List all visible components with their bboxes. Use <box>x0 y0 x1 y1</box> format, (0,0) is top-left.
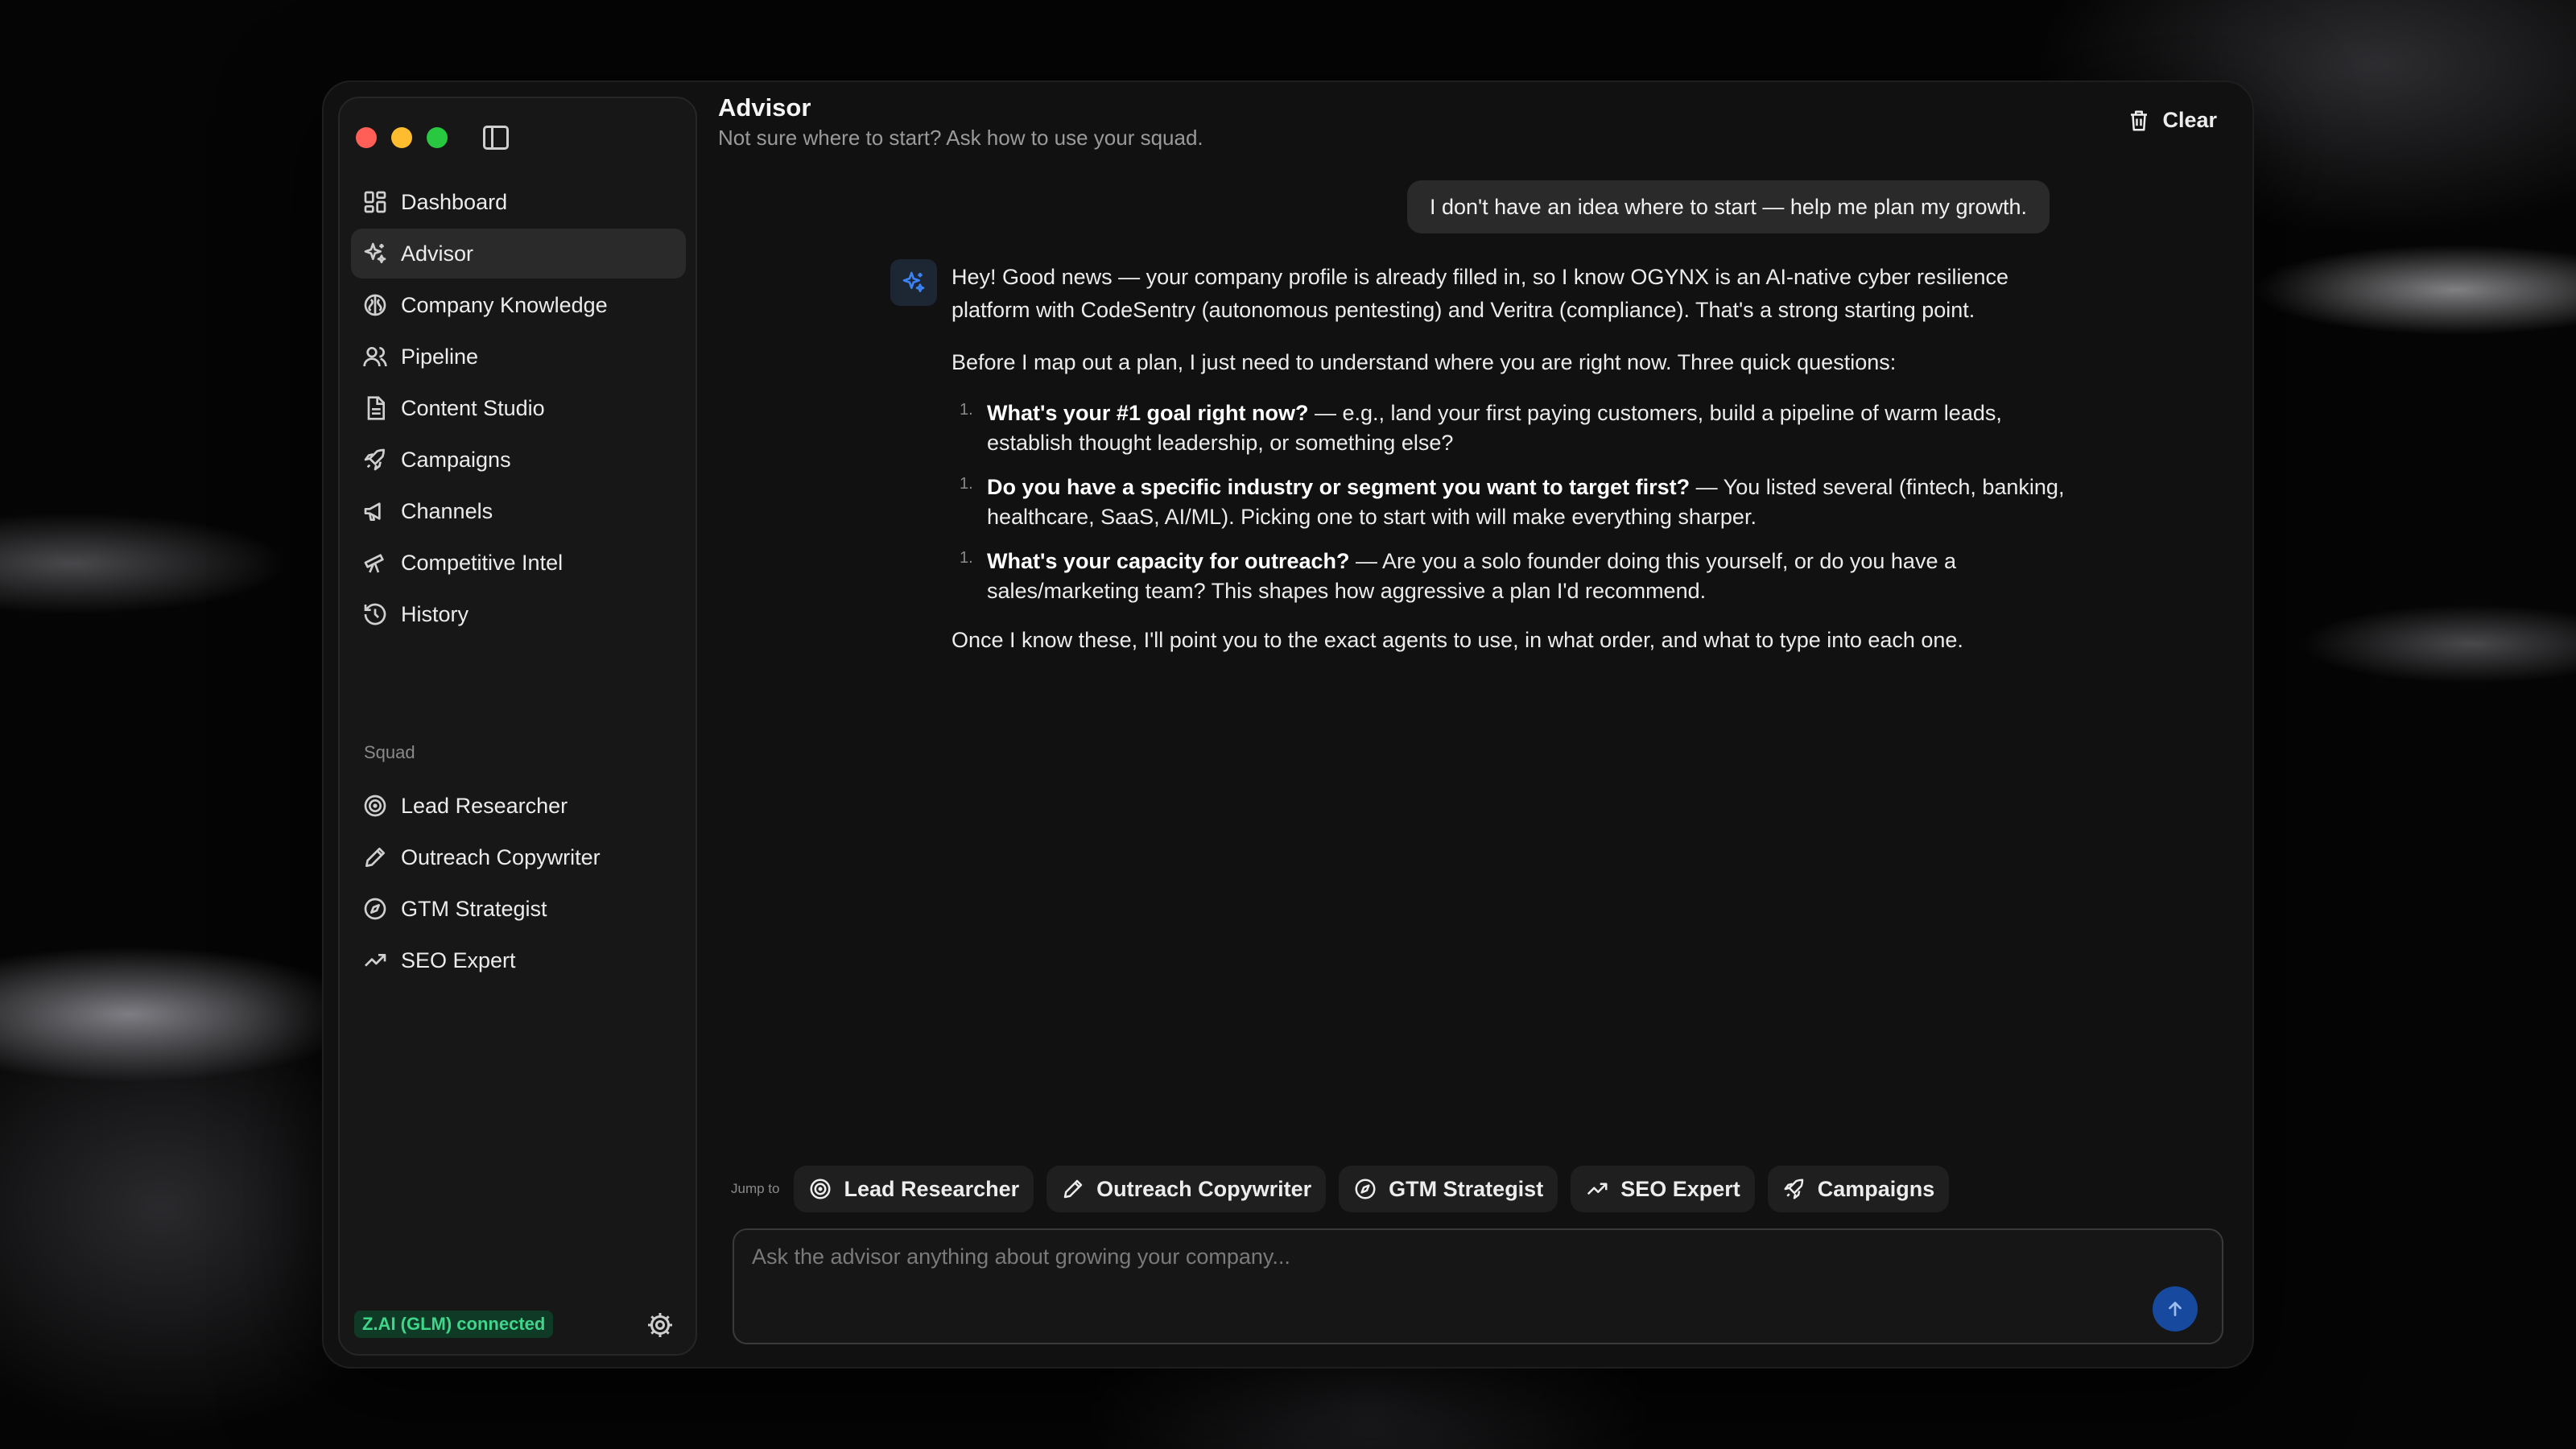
compass-icon <box>1355 1179 1376 1199</box>
message-composer <box>733 1228 2223 1344</box>
sidebar: Dashboard Advisor Company Knowledge Pipe… <box>338 97 697 1356</box>
nav-item-company-knowledge[interactable]: Company Knowledge <box>351 280 686 330</box>
question-list: 1. What's your #1 goal right now? — e.g.,… <box>952 398 2070 606</box>
squad-item-label: Outreach Copywriter <box>401 844 601 869</box>
question-title: Do you have a specific industry or segme… <box>987 475 1690 499</box>
assistant-outro: Once I know these, I'll point you to the… <box>952 628 1963 652</box>
rocket-icon <box>1784 1179 1804 1199</box>
maximize-window-button[interactable] <box>427 127 448 148</box>
nav-item-history[interactable]: History <box>351 589 686 639</box>
assistant-lead: Before I map out a plan, I just need to … <box>952 350 1897 374</box>
page-title: Advisor <box>718 93 811 122</box>
nav-item-campaigns[interactable]: Campaigns <box>351 435 686 485</box>
sidebar-toggle-icon[interactable] <box>483 126 509 150</box>
list-number: 1. <box>960 475 973 493</box>
pen-icon <box>365 848 385 867</box>
clear-button-label: Clear <box>2162 108 2217 132</box>
nav-item-label: Campaigns <box>401 447 511 472</box>
squad-item-seo-expert[interactable]: SEO Expert <box>351 935 686 985</box>
gear-icon[interactable] <box>646 1311 675 1340</box>
nav-item-channels[interactable]: Channels <box>351 486 686 536</box>
nav-item-label: Pipeline <box>401 344 479 369</box>
question-title: What's your #1 goal right now? <box>987 401 1309 425</box>
brain-icon <box>364 294 386 316</box>
squad-item-label: Lead Researcher <box>401 793 568 818</box>
nav-item-pipeline[interactable]: Pipeline <box>351 332 686 382</box>
chip-label: Outreach Copywriter <box>1096 1176 1312 1201</box>
nav-item-content-studio[interactable]: Content Studio <box>351 383 686 433</box>
nav-item-advisor[interactable]: Advisor <box>351 229 686 279</box>
list-number: 1. <box>960 549 973 567</box>
telescope-icon <box>364 554 384 573</box>
jump-to-bar: Jump to Lead Researcher Outreach Copywri… <box>731 1166 1962 1212</box>
nav-item-competitive-intel[interactable]: Competitive Intel <box>351 538 686 588</box>
page-subtitle: Not sure where to start? Ask how to use … <box>718 126 1203 150</box>
list-item: 1. What's your #1 goal right now? — e.g.,… <box>952 398 2070 458</box>
megaphone-icon <box>364 502 381 521</box>
user-message: I don't have an idea where to start — he… <box>1406 180 2050 233</box>
history-icon <box>364 603 386 625</box>
pen-icon <box>1063 1179 1083 1199</box>
nav-item-label: Channels <box>401 498 493 523</box>
squad-nav: Lead Researcher Outreach Copywriter GTM … <box>351 781 686 987</box>
list-item: 1. What's your capacity for outreach? — A… <box>952 547 2070 606</box>
nav-item-dashboard[interactable]: Dashboard <box>351 177 686 227</box>
list-number: 1. <box>960 401 973 419</box>
trending-up-icon <box>1587 1183 1608 1195</box>
nav-item-label: Competitive Intel <box>401 550 564 575</box>
main-nav: Dashboard Advisor Company Knowledge Pipe… <box>351 177 686 641</box>
window-controls <box>356 127 448 148</box>
squad-item-outreach-copywriter[interactable]: Outreach Copywriter <box>351 832 686 882</box>
rocket-icon <box>364 448 385 471</box>
nav-item-label: Dashboard <box>401 189 508 214</box>
minimize-window-button[interactable] <box>391 127 412 148</box>
trash-icon <box>2131 110 2148 130</box>
squad-item-gtm-strategist[interactable]: GTM Strategist <box>351 884 686 934</box>
squad-section-label: Squad <box>364 742 415 762</box>
compass-icon <box>364 898 386 920</box>
document-icon <box>367 396 385 420</box>
nav-item-label: Content Studio <box>401 395 545 420</box>
sparkles-icon <box>364 242 386 263</box>
assistant-avatar <box>890 259 937 306</box>
sparkles-icon <box>902 271 925 292</box>
jump-chip-outreach-copywriter[interactable]: Outreach Copywriter <box>1046 1166 1327 1212</box>
chip-label: Lead Researcher <box>844 1176 1020 1201</box>
question-title: What's your capacity for outreach? <box>987 549 1350 573</box>
app-window: Dashboard Advisor Company Knowledge Pipe… <box>322 80 2254 1368</box>
jump-chip-lead-researcher[interactable]: Lead Researcher <box>794 1166 1034 1212</box>
list-item: 1. Do you have a specific industry or seg… <box>952 473 2070 532</box>
message-input[interactable] <box>752 1245 2136 1293</box>
chip-label: Campaigns <box>1817 1176 1935 1201</box>
send-button[interactable] <box>2153 1286 2198 1331</box>
squad-item-lead-researcher[interactable]: Lead Researcher <box>351 781 686 831</box>
assistant-intro: Hey! Good news — your company profile is… <box>952 265 2009 322</box>
nav-item-label: Company Knowledge <box>401 292 608 317</box>
users-icon <box>363 347 387 367</box>
trending-up-icon <box>365 954 386 967</box>
chip-label: GTM Strategist <box>1389 1176 1544 1201</box>
dashboard-icon <box>364 191 386 213</box>
target-icon <box>364 795 386 817</box>
nav-item-label: Advisor <box>401 241 474 266</box>
clear-button[interactable]: Clear <box>2127 108 2217 133</box>
chip-label: SEO Expert <box>1620 1176 1740 1201</box>
assistant-message: Hey! Good news — your company profile is… <box>952 261 2070 676</box>
nav-item-label: History <box>401 601 469 626</box>
squad-item-label: SEO Expert <box>401 947 516 972</box>
main-panel: Advisor Not sure where to start? Ask how… <box>718 82 2240 1370</box>
close-window-button[interactable] <box>356 127 377 148</box>
target-icon <box>810 1179 831 1199</box>
squad-item-label: GTM Strategist <box>401 896 547 921</box>
jump-to-label: Jump to <box>731 1181 780 1196</box>
status-badge: Z.AI (GLM) connected <box>354 1311 554 1338</box>
arrow-up-icon <box>2169 1302 2182 1316</box>
jump-chip-campaigns[interactable]: Campaigns <box>1767 1166 1950 1212</box>
jump-chip-gtm-strategist[interactable]: GTM Strategist <box>1339 1166 1558 1212</box>
jump-chip-seo-expert[interactable]: SEO Expert <box>1571 1166 1755 1212</box>
